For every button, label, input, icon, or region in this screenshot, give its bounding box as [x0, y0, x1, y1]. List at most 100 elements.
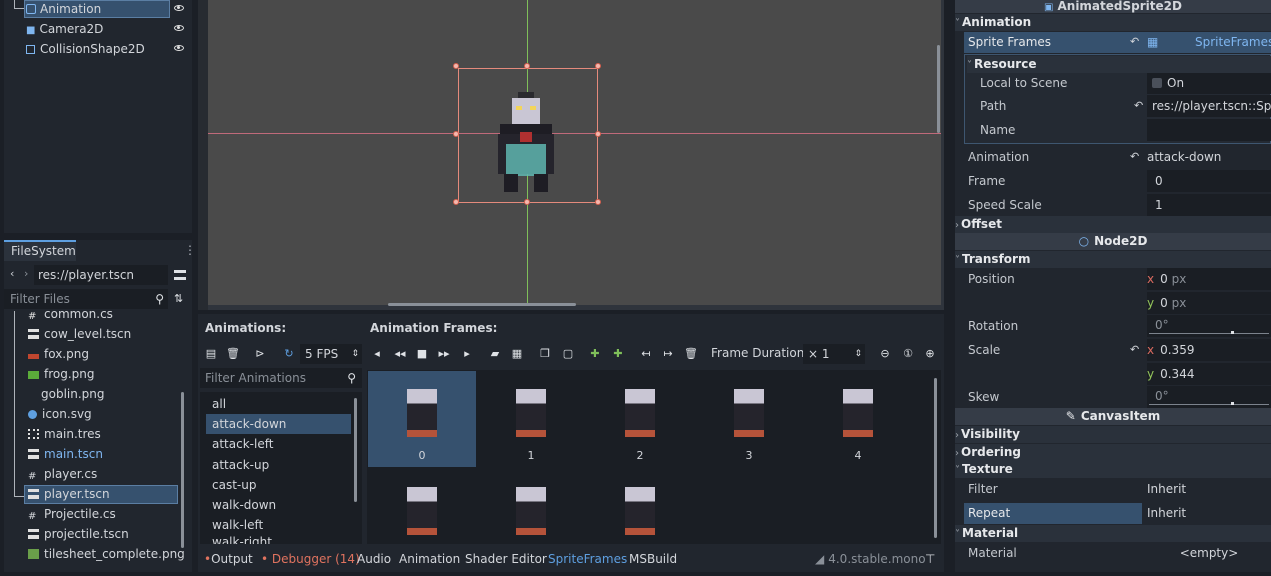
move-right-icon[interactable]: ↦ [661, 346, 675, 362]
rotation-slider-grabber[interactable] [1231, 331, 1234, 334]
resize-handle[interactable] [595, 131, 601, 137]
section-offset[interactable]: › Offset [955, 216, 1271, 233]
file-list-scrollbar[interactable] [181, 392, 184, 548]
scale-x-field[interactable]: x 0.359 [1147, 339, 1271, 361]
filter-dropdown[interactable]: Inherit [1147, 478, 1186, 500]
visibility-eye-icon[interactable] [174, 45, 184, 51]
path-field[interactable]: res://player.tscn [34, 265, 168, 285]
frame-tile-selected[interactable]: 0 [368, 371, 476, 467]
play-backwards-icon[interactable]: ◂◂ [393, 346, 407, 362]
animation-item[interactable]: attack-left [206, 434, 351, 454]
revert-icon[interactable]: ↶ [1130, 35, 1139, 48]
skew-slider-grabber[interactable] [1231, 402, 1234, 405]
animation-item[interactable]: walk-left [206, 515, 351, 535]
section-transform[interactable]: ˅ Transform [955, 251, 1271, 268]
animation-list-scrollbar[interactable] [354, 398, 357, 502]
file-item[interactable]: fox.png [28, 344, 89, 364]
delete-animation-icon[interactable]: 🗑 [226, 346, 240, 362]
repeat-dropdown[interactable]: Inherit [1147, 502, 1186, 524]
tab-audio[interactable]: Audio [357, 551, 391, 567]
tab-output[interactable]: •Output [204, 551, 253, 567]
section-material[interactable]: ˅ Material [955, 525, 1271, 542]
play-icon[interactable]: ▸▸ [437, 346, 451, 362]
viewport-h-scrollbar[interactable] [388, 303, 576, 306]
local-to-scene-checkbox[interactable]: On [1147, 73, 1271, 94]
section-ordering[interactable]: › Ordering [955, 444, 1271, 461]
section-animation[interactable]: ˅ Animation [955, 14, 1271, 31]
new-animation-icon[interactable]: ▤ [204, 346, 218, 362]
animation-item-partial[interactable]: walk-right [206, 536, 351, 544]
file-item[interactable]: tilesheet_complete.png [28, 544, 185, 564]
speed-scale-field[interactable]: 1 [1147, 194, 1271, 216]
tree-item-camera2d[interactable]: ■ Camera2D [26, 19, 103, 39]
section-visibility[interactable]: › Visibility [955, 426, 1271, 443]
frame-tile[interactable]: 1 [477, 371, 585, 467]
frame-duration-spinbox[interactable]: × 1 ⇕ [803, 344, 865, 364]
zoom-out-icon[interactable]: ⊖ [878, 346, 892, 362]
resize-handle[interactable] [453, 63, 459, 69]
section-texture[interactable]: ˅ Texture [955, 461, 1271, 478]
play-backwards-from-end-icon[interactable]: ◂ [370, 346, 384, 362]
loop-icon[interactable]: ↻ [282, 346, 296, 362]
frame-tile[interactable] [477, 469, 585, 544]
tab-animation[interactable]: Animation [399, 551, 460, 567]
path-field[interactable]: res://player.tscn::Sprite [1147, 95, 1271, 117]
filesystem-tab[interactable]: FileSystem [4, 240, 76, 261]
animation-item[interactable]: cast-up [206, 475, 351, 495]
filter-animations-input[interactable]: Filter Animations ⚲ [200, 368, 362, 388]
tree-item-animation[interactable]: Animation [26, 0, 101, 19]
position-x-field[interactable]: x0 px [1147, 268, 1271, 290]
stop-icon[interactable]: ■ [415, 346, 429, 362]
add-frame-from-file-icon[interactable]: ▰ [488, 346, 502, 362]
tab-spriteframes[interactable]: SpriteFrames [548, 551, 627, 567]
frame-tile[interactable]: 2 [586, 371, 694, 467]
file-item[interactable]: cow_level.tscn [28, 324, 131, 344]
delete-frame-icon[interactable]: 🗑 [684, 346, 698, 362]
revert-icon[interactable]: ↶ [1130, 343, 1139, 356]
resize-handle[interactable] [524, 63, 530, 69]
file-item-selected[interactable]: player.tscn [28, 484, 110, 504]
file-item[interactable]: projectile.tscn [28, 524, 129, 544]
pin-panel-icon[interactable]: ⊤ [925, 551, 935, 567]
insert-empty-before-icon[interactable]: ✚ [588, 346, 602, 362]
copy-icon[interactable]: ❐ [538, 346, 552, 362]
material-picker[interactable]: <empty> [1147, 542, 1271, 564]
resize-handle[interactable] [595, 199, 601, 205]
file-item[interactable]: main.tres [28, 424, 101, 444]
name-field[interactable] [1147, 119, 1271, 141]
revert-icon[interactable]: ↶ [1130, 150, 1139, 163]
file-item[interactable]: frog.png [28, 364, 95, 384]
tab-debugger[interactable]: • Debugger (14) [261, 551, 360, 567]
frame-field[interactable]: 0 [1147, 170, 1271, 192]
insert-empty-after-icon[interactable]: ✚ [611, 346, 625, 362]
autoplay-icon[interactable]: ⊳ [253, 346, 267, 362]
file-item[interactable]: main.tscn [28, 444, 103, 464]
sort-icon[interactable]: ⇅ [174, 292, 183, 305]
file-item[interactable]: # player.cs [28, 464, 97, 484]
sprite-frames-resource[interactable]: ▦ SpriteFrames [1143, 32, 1271, 53]
file-item[interactable]: # common.cs [28, 311, 113, 324]
animation-item-selected[interactable]: attack-down [206, 414, 351, 434]
viewport-v-scrollbar[interactable] [937, 45, 940, 133]
tree-item-collisionshape2d[interactable]: CollisionShape2D [26, 39, 145, 59]
move-left-icon[interactable]: ↤ [639, 346, 653, 362]
revert-icon[interactable]: ↶ [1134, 99, 1143, 112]
frame-tile[interactable]: 4 [804, 371, 912, 467]
tab-shader-editor[interactable]: Shader Editor [465, 551, 547, 567]
zoom-reset-icon[interactable]: ① [901, 346, 915, 362]
frame-tile[interactable]: 3 [695, 371, 803, 467]
resize-handle[interactable] [453, 131, 459, 137]
animation-value[interactable]: attack-down [1147, 146, 1221, 168]
animation-item[interactable]: all [206, 394, 351, 414]
file-item[interactable]: # Projectile.cs [28, 504, 116, 524]
resize-handle[interactable] [453, 199, 459, 205]
resize-handle[interactable] [595, 63, 601, 69]
paste-icon[interactable]: ▢ [561, 346, 575, 362]
scale-y-field[interactable]: y 0.344 [1147, 363, 1271, 385]
animation-item[interactable]: walk-down [206, 495, 351, 515]
file-item[interactable]: icon.svg [28, 404, 92, 424]
add-from-spritesheet-icon[interactable]: ▦ [510, 346, 524, 362]
play-from-start-icon[interactable]: ▸ [460, 346, 474, 362]
frame-tile[interactable] [586, 469, 694, 544]
tab-msbuild[interactable]: MSBuild [629, 551, 677, 567]
